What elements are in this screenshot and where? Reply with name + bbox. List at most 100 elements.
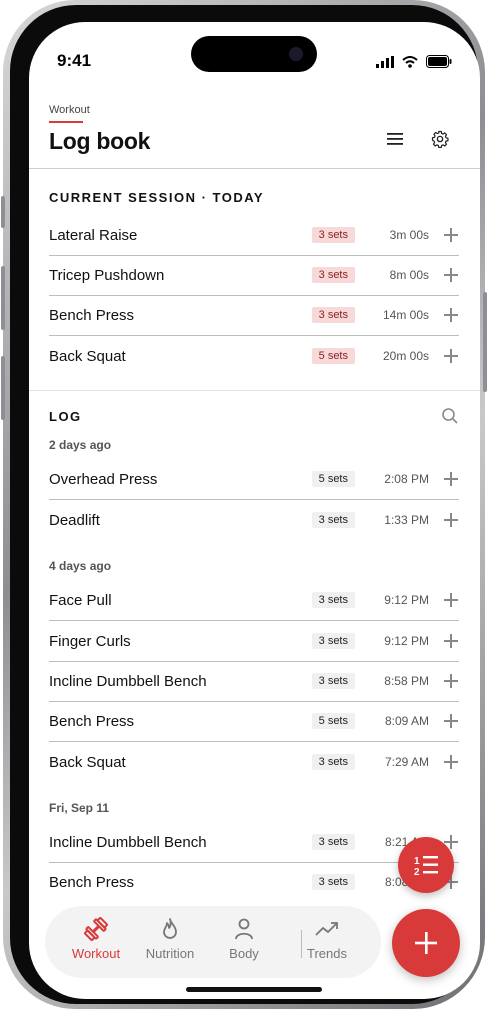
- reorder-button[interactable]: 1 2: [398, 837, 454, 893]
- sets-badge: 3 sets: [311, 874, 355, 890]
- battery-icon: [426, 55, 452, 68]
- header-overline: Workout: [49, 104, 90, 116]
- svg-text:2: 2: [414, 867, 420, 877]
- volume-down-button: [1, 356, 5, 420]
- dumbbell-icon: [84, 917, 108, 941]
- log-row[interactable]: Overhead Press 5 sets 2:08 PM: [49, 459, 459, 499]
- gear-icon: [431, 130, 449, 148]
- log-row[interactable]: Incline Dumbbell Bench 3 sets 8:21 AM: [49, 822, 459, 862]
- log-row[interactable]: Finger Curls 3 sets 9:12 PM: [49, 621, 459, 661]
- exercise-name: Overhead Press: [49, 470, 158, 488]
- trend-up-icon: [315, 922, 338, 936]
- tab-nutrition[interactable]: Nutrition: [135, 916, 205, 961]
- log-title: LOG: [49, 409, 82, 424]
- volume-up-button: [1, 266, 5, 330]
- header-divider: [29, 168, 480, 169]
- log-group-label: 4 days ago: [49, 559, 112, 573]
- sets-badge: 3 sets: [311, 267, 355, 283]
- sets-badge: 3 sets: [311, 512, 355, 528]
- exercise-time: 8:58 PM: [384, 674, 429, 688]
- session-row[interactable]: Back Squat 5 sets 20m 00s: [49, 336, 459, 376]
- exercise-duration: 14m 00s: [382, 308, 429, 322]
- tab-body[interactable]: Body: [209, 916, 279, 961]
- search-button[interactable]: [441, 407, 459, 425]
- sets-badge: 3 sets: [311, 307, 355, 323]
- log-row[interactable]: Deadlift 3 sets 1:33 PM: [49, 500, 459, 540]
- ordered-list-icon: 1 2: [414, 856, 438, 877]
- exercise-name: Bench Press: [49, 306, 135, 324]
- add-workout-button[interactable]: [392, 909, 460, 977]
- wifi-icon: [402, 55, 418, 68]
- log-group-label: Fri, Sep 11: [49, 801, 110, 815]
- add-set-icon[interactable]: [443, 267, 459, 283]
- bezel: 9:41 Workout Log book CURRENT SESSION · …: [10, 5, 480, 1004]
- tab-trends[interactable]: Trends: [292, 916, 362, 961]
- signal-icon: [376, 55, 394, 68]
- log-group-label: 2 days ago: [49, 438, 112, 452]
- screen: 9:41 Workout Log book CURRENT SESSION · …: [29, 22, 480, 999]
- add-set-icon[interactable]: [443, 307, 459, 323]
- add-set-icon[interactable]: [443, 633, 459, 649]
- flame-icon: [163, 918, 177, 939]
- sets-badge: 5 sets: [311, 348, 355, 364]
- section-divider: [29, 390, 480, 391]
- add-set-icon[interactable]: [443, 754, 459, 770]
- camera-icon: [289, 47, 303, 61]
- sets-badge: 3 sets: [311, 834, 355, 850]
- exercise-time: 9:12 PM: [384, 634, 429, 648]
- svg-text:1: 1: [414, 856, 420, 867]
- exercise-duration: 8m 00s: [389, 268, 429, 282]
- sets-badge: 3 sets: [311, 673, 355, 689]
- tab-workout[interactable]: Workout: [61, 916, 131, 961]
- session-row[interactable]: Tricep Pushdown 3 sets 8m 00s: [49, 255, 459, 295]
- sets-badge: 5 sets: [311, 713, 355, 729]
- tab-label: Body: [229, 946, 259, 961]
- add-set-icon[interactable]: [443, 673, 459, 689]
- tab-label: Trends: [307, 946, 347, 961]
- session-row[interactable]: Lateral Raise 3 sets 3m 00s: [49, 215, 459, 255]
- power-button: [483, 292, 487, 392]
- header-accent-line: [49, 121, 83, 123]
- status-icons: [376, 55, 452, 68]
- plus-icon: [415, 932, 437, 954]
- exercise-name: Back Squat: [49, 347, 126, 365]
- exercise-duration: 20m 00s: [382, 349, 429, 363]
- sets-badge: 3 sets: [311, 754, 355, 770]
- add-set-icon[interactable]: [443, 348, 459, 364]
- exercise-time: 7:29 AM: [384, 755, 429, 769]
- menu-button[interactable]: [381, 125, 409, 153]
- sets-badge: 5 sets: [311, 471, 355, 487]
- exercise-name: Lateral Raise: [49, 226, 138, 244]
- exercise-time: 9:12 PM: [384, 593, 429, 607]
- exercise-time: 2:08 PM: [384, 472, 429, 486]
- exercise-duration: 3m 00s: [389, 228, 429, 242]
- person-icon: [235, 918, 253, 940]
- add-set-icon[interactable]: [443, 713, 459, 729]
- phone-frame: 9:41 Workout Log book CURRENT SESSION · …: [1, 0, 487, 1009]
- settings-button[interactable]: [426, 125, 454, 153]
- add-set-icon[interactable]: [443, 471, 459, 487]
- sets-badge: 3 sets: [311, 633, 355, 649]
- tab-label: Workout: [71, 946, 121, 961]
- log-row[interactable]: Back Squat 3 sets 7:29 AM: [49, 742, 459, 782]
- exercise-name: Bench Press: [49, 712, 135, 730]
- current-session-title: CURRENT SESSION · TODAY: [49, 190, 265, 205]
- exercise-name: Deadlift: [49, 511, 100, 529]
- tab-label: Nutrition: [145, 946, 195, 961]
- log-row[interactable]: Face Pull 3 sets 9:12 PM: [49, 580, 459, 620]
- dynamic-island: [191, 36, 317, 72]
- exercise-time: 1:33 PM: [384, 513, 429, 527]
- session-row[interactable]: Bench Press 3 sets 14m 00s: [49, 295, 459, 335]
- log-row[interactable]: Incline Dumbbell Bench 3 sets 8:58 PM: [49, 661, 459, 701]
- log-row[interactable]: Bench Press 5 sets 8:09 AM: [49, 701, 459, 741]
- add-set-icon[interactable]: [443, 227, 459, 243]
- exercise-time: 8:09 AM: [384, 714, 429, 728]
- exercise-name: Back Squat: [49, 753, 126, 771]
- exercise-name: Incline Dumbbell Bench: [49, 833, 207, 851]
- add-set-icon[interactable]: [443, 512, 459, 528]
- search-icon: [442, 408, 458, 424]
- menu-icon: [387, 133, 403, 145]
- page-title: Log book: [49, 128, 151, 154]
- add-set-icon[interactable]: [443, 592, 459, 608]
- exercise-name: Bench Press: [49, 873, 135, 891]
